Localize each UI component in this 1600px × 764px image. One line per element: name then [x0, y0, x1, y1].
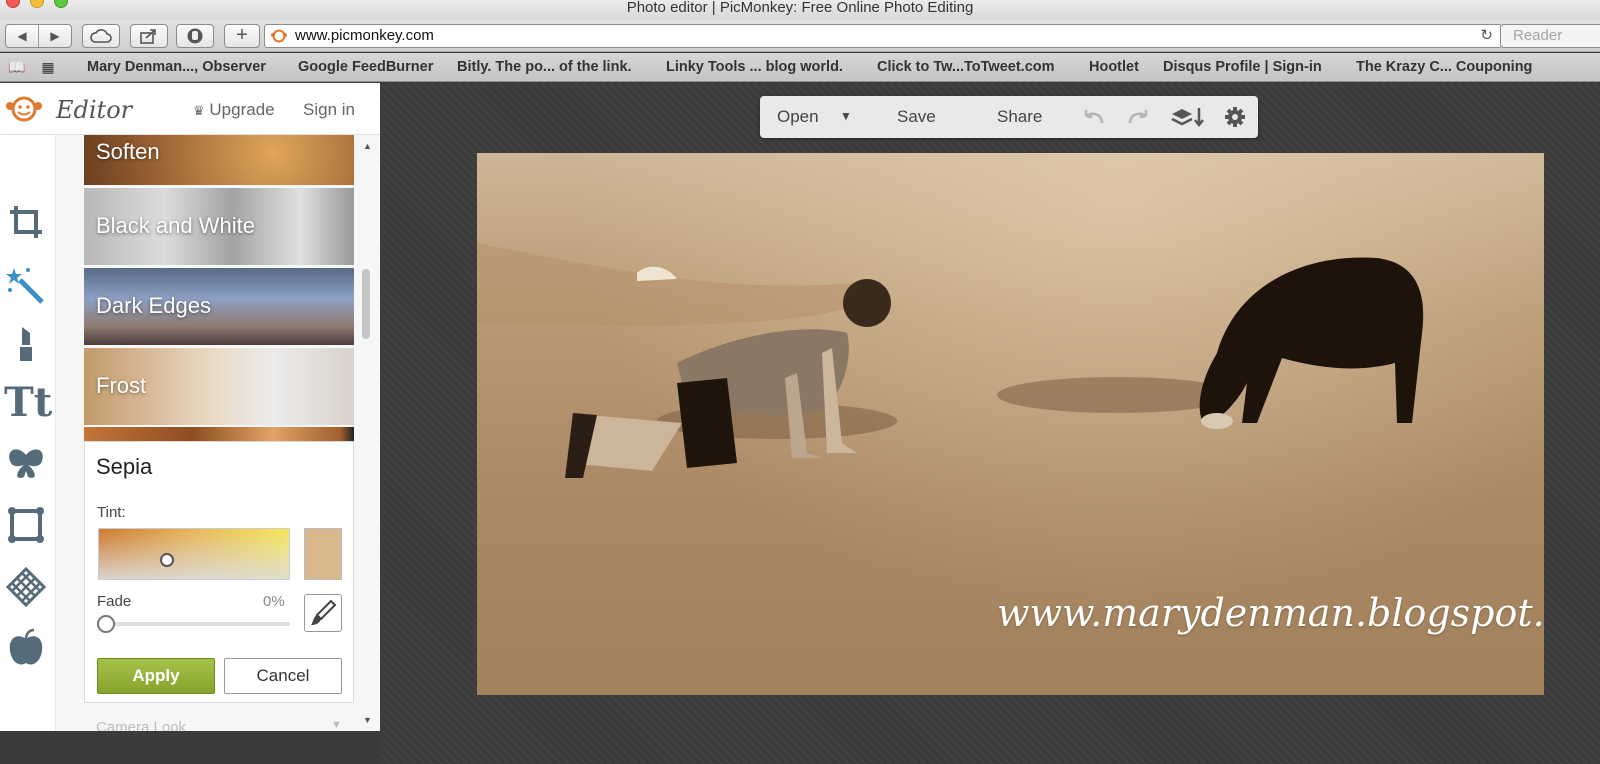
tint-picker-knob[interactable]: [160, 553, 174, 567]
upgrade-label: Upgrade: [209, 100, 275, 119]
icloud-tabs-button[interactable]: [82, 24, 120, 48]
bookmark-item[interactable]: Mary Denman..., Observer: [87, 59, 266, 75]
fade-value: 0%: [263, 593, 285, 610]
textures-icon[interactable]: [4, 565, 48, 609]
sepia-settings: Sepia Tint: Fade 0% Apply Cancel: [84, 441, 354, 703]
effect-tile-soften[interactable]: Soften: [84, 135, 354, 185]
url-text: www.picmonkey.com: [295, 27, 434, 44]
paintbrush-button[interactable]: [304, 594, 342, 632]
upgrade-link[interactable]: ♛ Upgrade: [193, 100, 275, 120]
share-button[interactable]: Share: [997, 107, 1042, 127]
edited-photo[interactable]: www.marydenman.blogspot.com: [477, 153, 1544, 695]
scroll-down-arrow-icon[interactable]: ▼: [363, 715, 372, 725]
fade-label: Fade: [97, 593, 132, 610]
bookmark-item[interactable]: Disqus Profile | Sign-in: [1163, 59, 1322, 75]
bookmark-item[interactable]: Bitly. The po... of the link.: [457, 59, 632, 75]
effect-tile-black-and-white[interactable]: Black and White: [84, 188, 354, 265]
effect-label: Black and White: [96, 213, 255, 238]
editor-logo-text: Editor: [56, 96, 133, 124]
photo-watermark: www.marydenman.blogspot.com: [997, 591, 1544, 635]
back-icon[interactable]: ◀: [6, 25, 39, 47]
effect-label: Dark Edges: [96, 293, 211, 318]
fade-slider-knob[interactable]: [97, 615, 115, 633]
effects-list: Soften Black and White Dark Edges Frost …: [56, 135, 380, 731]
tool-icon-bar: Tt: [0, 135, 56, 731]
fade-slider[interactable]: [98, 622, 290, 626]
open-dropdown-icon[interactable]: ▼: [840, 109, 852, 123]
editor-panel: Editor ♛ Upgrade Sign in Tt Soften Black…: [0, 83, 380, 731]
reload-icon[interactable]: ↻: [1480, 25, 1493, 47]
forward-icon[interactable]: ▶: [39, 25, 71, 47]
frames-icon[interactable]: [4, 503, 48, 547]
effect-tile-dark-edges[interactable]: Dark Edges: [84, 268, 354, 345]
effect-title: Sepia: [96, 454, 153, 479]
layers-icon[interactable]: [1170, 105, 1206, 129]
bookmark-item[interactable]: Linky Tools ... blog world.: [666, 59, 843, 75]
reading-list-icon[interactable]: 📖: [8, 59, 25, 75]
sepia-thumbnail-strip: [84, 427, 354, 441]
panel-bottom-strip: [0, 731, 381, 764]
crop-icon[interactable]: [4, 200, 48, 244]
close-window-button[interactable]: [6, 0, 20, 8]
bookmark-item[interactable]: Click to Tw...ToTweet.com: [877, 59, 1055, 75]
editor-toolbar: Open ▼ Save Share: [760, 96, 1258, 138]
effect-item-camera-look[interactable]: Camera Look: [96, 719, 186, 731]
share-icon: [140, 29, 156, 44]
browser-toolbar: ◀ ▶ + www.picmonkey.com ↻ Reader: [0, 20, 1600, 52]
new-tab-button[interactable]: +: [224, 24, 260, 48]
cancel-button[interactable]: Cancel: [224, 658, 342, 694]
minimize-window-button[interactable]: [30, 0, 44, 8]
redo-icon[interactable]: [1126, 105, 1152, 129]
share-page-button[interactable]: [130, 24, 168, 48]
tint-color-picker[interactable]: [98, 528, 290, 580]
crown-icon: ♛: [193, 103, 205, 118]
bookmark-item[interactable]: The Krazy C... Couponing: [1356, 59, 1532, 75]
tint-swatch[interactable]: [304, 528, 342, 580]
apple-themes-icon[interactable]: [4, 627, 48, 671]
scrollbar-thumb[interactable]: [362, 269, 370, 339]
zoom-window-button[interactable]: [54, 0, 68, 8]
scroll-up-arrow-icon[interactable]: ▲: [363, 141, 372, 151]
open-button[interactable]: Open: [777, 107, 819, 127]
chevron-down-icon: ▼: [331, 719, 342, 731]
plus-icon: +: [236, 24, 248, 46]
effect-label: Soften: [96, 139, 160, 164]
cloud-icon: [90, 29, 112, 43]
back-forward-group: ◀ ▶: [5, 24, 72, 48]
hand-icon: [187, 28, 203, 44]
apply-button[interactable]: Apply: [97, 658, 215, 694]
magic-wand-effects-icon[interactable]: [4, 262, 48, 306]
effect-label: Frost: [96, 373, 147, 398]
panel-header: Editor ♛ Upgrade Sign in: [0, 83, 380, 135]
canvas-area: Open ▼ Save Share www.marydenman.blogspo…: [381, 83, 1600, 764]
effect-tile-frost[interactable]: Frost: [84, 348, 354, 425]
butterfly-overlays-icon[interactable]: [4, 443, 48, 487]
bookmarks-bar: 📖 ▦ Mary Denman..., Observer Google Feed…: [0, 53, 1600, 82]
bookmark-tools: 📖 ▦: [8, 59, 55, 76]
top-sites-icon[interactable]: ▦: [41, 59, 54, 75]
gear-icon[interactable]: [1222, 105, 1248, 129]
save-button[interactable]: Save: [897, 107, 936, 127]
effects-scrollbar[interactable]: ▲ ▼: [358, 135, 378, 731]
picmonkey-favicon-icon: [271, 29, 287, 43]
bookmark-item[interactable]: Hootlet: [1089, 59, 1139, 75]
window-title: Photo editor | PicMonkey: Free Online Ph…: [626, 0, 974, 16]
window-titlebar: Photo editor | PicMonkey: Free Online Ph…: [0, 0, 1600, 20]
undo-icon[interactable]: [1080, 105, 1106, 129]
address-bar[interactable]: www.picmonkey.com ↻: [264, 24, 1502, 48]
lipstick-touchup-icon[interactable]: [4, 321, 48, 365]
picmonkey-logo-icon[interactable]: [4, 95, 44, 123]
tint-label: Tint:: [97, 504, 126, 521]
extension-button[interactable]: [176, 24, 214, 48]
sign-in-link[interactable]: Sign in: [303, 100, 355, 120]
reader-button[interactable]: Reader: [1500, 24, 1600, 48]
text-tt-icon[interactable]: Tt: [4, 381, 52, 425]
bookmark-item[interactable]: Google FeedBurner: [298, 59, 433, 75]
paintbrush-icon: [311, 599, 337, 625]
